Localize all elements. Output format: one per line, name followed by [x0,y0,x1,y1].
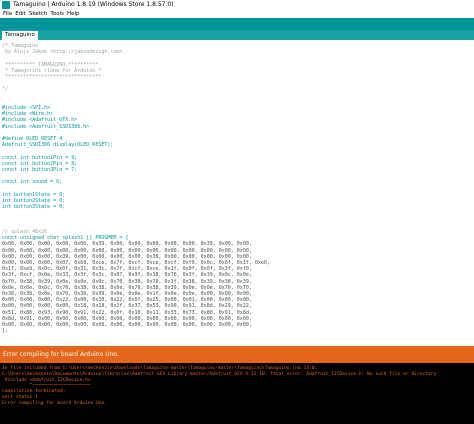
menu-sketch[interactable]: Sketch [29,10,48,18]
code-line: ******************************** [2,74,102,80]
code-line: int button3State = 0; [2,204,66,211]
code-line: by Alojz Jakob <http://jakobdesign.com> [2,49,123,56]
tab-tamaguino[interactable]: Tamaguino [2,31,38,40]
code-line: */ [2,86,9,93]
menu-edit[interactable]: Edit [15,10,26,18]
console-line: Error compiling for board Arduino Uno. [2,400,108,406]
console-line: exit status 1 [2,395,38,400]
toolbar [0,18,474,30]
console-line: C:\Users\meckenzie\Documents\Arduino\lib… [2,371,437,377]
menu-help[interactable]: Help [67,10,80,18]
window-title: Tamaguino | Arduino 1.8.19 (Windows Stor… [13,1,174,8]
menu-tools[interactable]: Tools [50,10,64,18]
code-line: #include <Adafruit_SSD1306.h> [2,123,90,130]
code-line: }; [2,328,9,335]
status-bar: Error compiling for board Arduino Uno. [0,346,474,363]
tab-bar: Tamaguino [0,30,474,40]
console-line: compilation terminated. [2,389,66,395]
console-output[interactable]: In file included from C:\Users\meckenzie… [0,363,474,424]
title-bar: Tamaguino | Arduino 1.8.19 (Windows Stor… [0,0,474,10]
status-message: Error compiling for board Arduino Uno. [3,351,119,358]
console-line: In file included from C:\Users\meckenzie… [2,366,318,371]
code-line: Adafruit_SSD1306 display(OLED_RESET); [2,142,114,149]
code-line: const int sound = 6; [2,179,63,186]
code-line: 0x00, 0x00, 0x00, 0x00, 0x00, 0x00, 0x00… [2,322,252,328]
menu-file[interactable]: File [3,10,12,18]
code-line: const int button3Pin = 7; [2,167,78,173]
menu-bar: File Edit Sketch Tools Help [0,10,474,18]
arduino-app-icon [2,1,10,9]
code-editor[interactable]: /* Tamaguino by Alojz Jakob <http://jako… [0,40,474,346]
